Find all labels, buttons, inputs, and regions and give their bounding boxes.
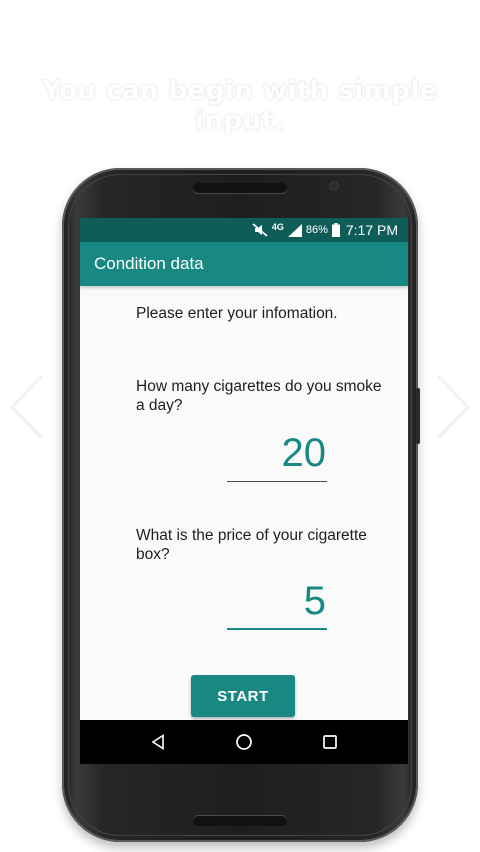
- bottom-speaker: [193, 816, 287, 826]
- back-icon[interactable]: [150, 734, 166, 750]
- status-bar: 4G 86% 7:17 PM: [80, 218, 408, 242]
- signal-icon: [287, 223, 302, 237]
- cigarettes-question: How many cigarettes do you smoke a day?: [136, 378, 382, 414]
- navigation-bar: [80, 720, 408, 764]
- price-question: What is the price of your cigarette box?: [136, 527, 367, 563]
- start-button[interactable]: START: [191, 675, 295, 717]
- battery-percent: 86%: [305, 224, 328, 236]
- top-speaker: [193, 183, 287, 193]
- side-button: [416, 388, 420, 444]
- previous-arrow-icon[interactable]: [8, 372, 48, 442]
- home-icon[interactable]: [235, 733, 253, 751]
- mute-icon: [252, 223, 268, 237]
- front-camera: [330, 182, 338, 190]
- box-price-input[interactable]: 5: [227, 578, 327, 630]
- clock: 7:17 PM: [345, 222, 398, 238]
- headline: You can begin with simple input.: [42, 76, 438, 136]
- phone-screen: 4G 86% 7:17 PM Condition data Please ent…: [80, 218, 408, 764]
- app-bar-title: Condition data: [94, 254, 204, 273]
- intro-text: Please enter your infomation.: [136, 305, 338, 322]
- battery-icon: [331, 223, 340, 237]
- network-type: 4G: [271, 221, 284, 232]
- cigarettes-per-day-input[interactable]: 20: [227, 430, 327, 482]
- app-bar: Condition data: [80, 242, 408, 286]
- next-arrow-icon[interactable]: [432, 372, 472, 442]
- recents-icon[interactable]: [322, 734, 338, 750]
